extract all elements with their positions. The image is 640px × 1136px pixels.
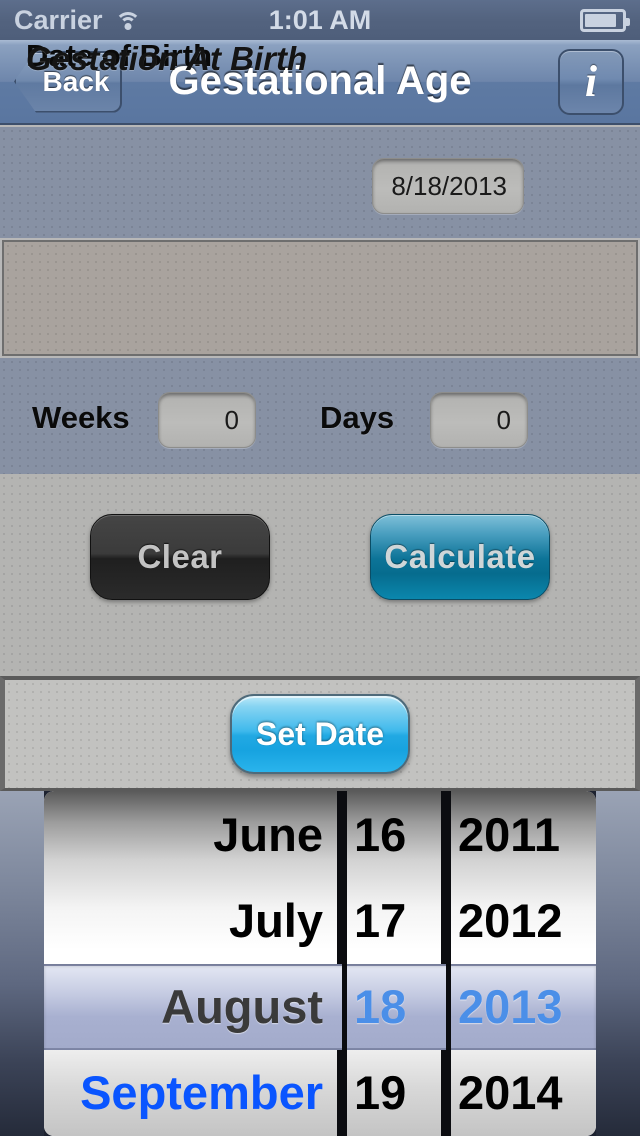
- picker-row-year-selected[interactable]: 2013: [446, 964, 596, 1050]
- date-picker[interactable]: June July August September 16 17 18 19 2…: [0, 791, 640, 1136]
- picker-left-shade: [0, 791, 44, 1136]
- picker-row-month[interactable]: June: [44, 791, 337, 877]
- status-bar: Carrier 1:01 AM: [0, 0, 640, 40]
- days-input[interactable]: 0: [430, 392, 528, 448]
- info-icon: i: [584, 56, 598, 106]
- picker-row-day[interactable]: 17: [342, 877, 441, 963]
- picker-wheel-month[interactable]: June July August September: [44, 791, 342, 1136]
- gestation-at-birth-header: Gestation At Birth: [26, 40, 308, 77]
- status-bar-right: [580, 8, 630, 32]
- picker-right-shade: [596, 791, 640, 1136]
- picker-row-day-selected[interactable]: 18: [342, 964, 441, 1050]
- picker-wheel-year[interactable]: 2011 2012 2013 2014: [446, 791, 596, 1136]
- status-bar-clock: 1:01 AM: [268, 4, 372, 35]
- date-of-birth-field[interactable]: 8/18/2013: [372, 158, 524, 214]
- picker-row-year[interactable]: 2011: [446, 791, 596, 877]
- picker-row-year[interactable]: 2014: [446, 1050, 596, 1136]
- clear-button[interactable]: Clear: [90, 514, 270, 600]
- battery-icon: [580, 8, 630, 32]
- calculate-button[interactable]: Calculate: [370, 514, 550, 600]
- date-of-birth-panel: [0, 127, 640, 238]
- picker-wheels: June July August September 16 17 18 19 2…: [44, 791, 596, 1136]
- set-date-button[interactable]: Set Date: [230, 694, 410, 774]
- gestation-at-birth-panel: [2, 240, 638, 356]
- picker-row-day[interactable]: 16: [342, 791, 441, 877]
- picker-row-year[interactable]: 2012: [446, 877, 596, 963]
- app-screen: Carrier 1:01 AM Back Gestational Age i D…: [0, 0, 640, 1136]
- picker-wheel-day[interactable]: 16 17 18 19: [342, 791, 446, 1136]
- info-button[interactable]: i: [558, 48, 624, 115]
- picker-row-month-selected[interactable]: August: [44, 964, 337, 1050]
- weeks-label: Weeks: [32, 400, 130, 435]
- picker-row-month[interactable]: July: [44, 877, 337, 963]
- weeks-input[interactable]: 0: [158, 392, 256, 448]
- picker-row-day[interactable]: 19: [342, 1050, 441, 1136]
- picker-row-month[interactable]: September: [44, 1050, 337, 1136]
- days-label: Days: [320, 400, 395, 435]
